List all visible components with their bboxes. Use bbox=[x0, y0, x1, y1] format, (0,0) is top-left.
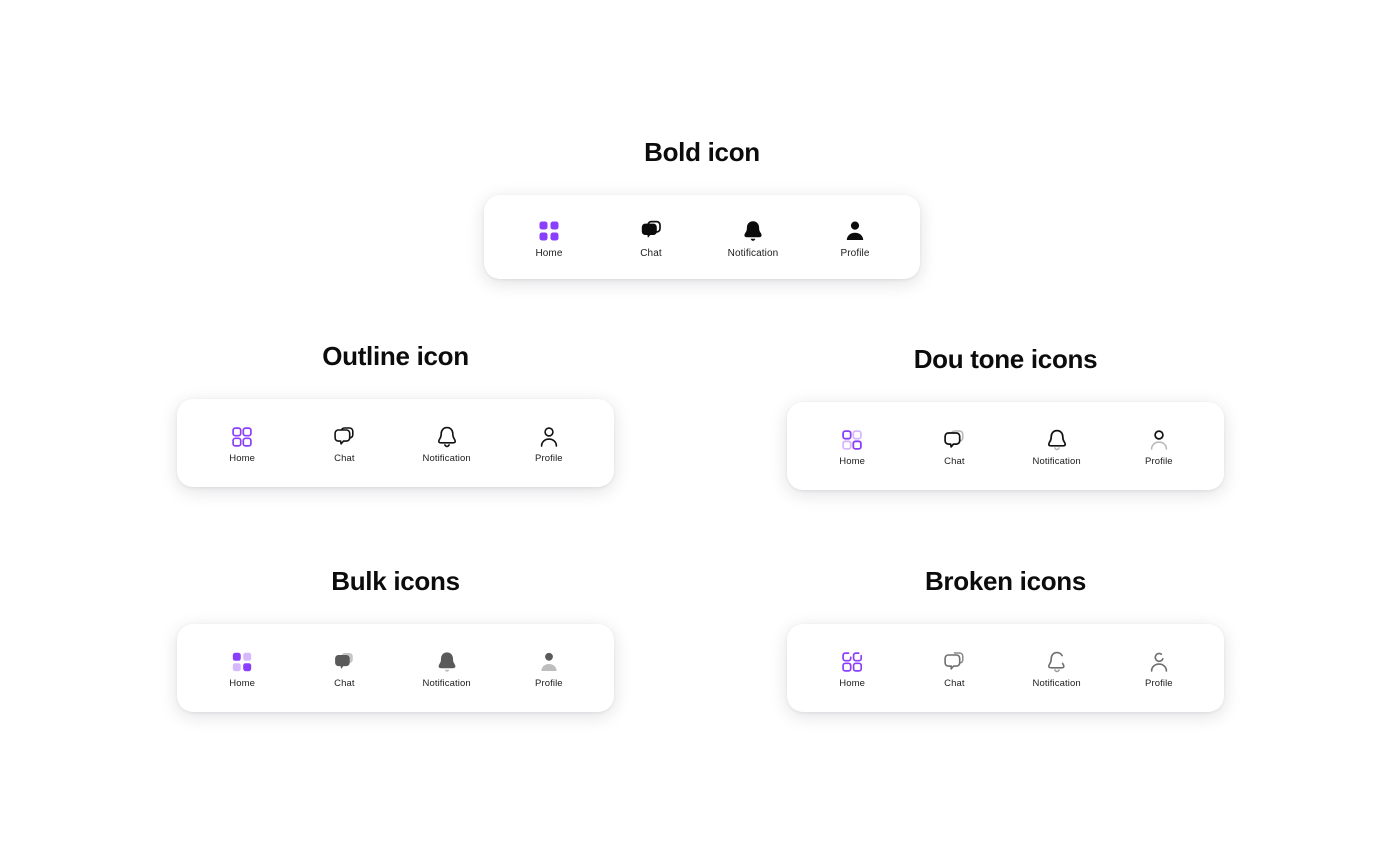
nav-item-chat[interactable]: Chat bbox=[293, 425, 395, 464]
nav-item-label: Profile bbox=[1145, 678, 1173, 690]
nav-item-label: Home bbox=[535, 248, 563, 260]
nav-item-profile[interactable]: Profile bbox=[498, 650, 600, 689]
nav-item-label: Notification bbox=[1032, 456, 1081, 468]
navbar-bold: Home Chat Notification Profile bbox=[484, 194, 920, 279]
person-icon bbox=[1147, 650, 1171, 674]
person-icon bbox=[537, 650, 561, 674]
nav-item-home[interactable]: Home bbox=[191, 425, 293, 464]
nav-item-notification[interactable]: Notification bbox=[396, 650, 498, 689]
page-root: Bold icon Home Chat Notification Profile… bbox=[0, 0, 1400, 850]
section-title: Outline icon bbox=[322, 341, 469, 371]
nav-item-label: Notification bbox=[422, 678, 471, 690]
nav-item-notification[interactable]: Notification bbox=[1006, 428, 1108, 467]
nav-item-label: Chat bbox=[944, 678, 965, 690]
nav-item-notification[interactable]: Notification bbox=[396, 425, 498, 464]
chat-bubble-icon bbox=[332, 650, 356, 674]
nav-item-notification[interactable]: Notification bbox=[702, 218, 804, 259]
bell-icon bbox=[740, 218, 766, 244]
nav-item-label: Chat bbox=[640, 248, 662, 260]
chat-bubble-icon bbox=[332, 425, 356, 449]
nav-item-profile[interactable]: Profile bbox=[498, 425, 600, 464]
navbar-bulk: Home Chat Notification Profile bbox=[177, 623, 614, 712]
section-title: Broken icons bbox=[924, 566, 1087, 596]
nav-item-label: Profile bbox=[1145, 456, 1173, 468]
nav-item-label: Home bbox=[229, 453, 255, 465]
nav-item-chat[interactable]: Chat bbox=[600, 218, 702, 259]
section-broken: Broken icons Home Chat Notification Prof… bbox=[787, 567, 1224, 712]
nav-item-chat[interactable]: Chat bbox=[903, 650, 1005, 689]
nav-item-label: Chat bbox=[334, 453, 355, 465]
nav-item-notification[interactable]: Notification bbox=[1006, 650, 1108, 689]
nav-item-label: Home bbox=[229, 678, 255, 690]
navbar-doutone: Home Chat Notification Profile bbox=[787, 401, 1224, 490]
person-icon bbox=[842, 218, 868, 244]
nav-item-home[interactable]: Home bbox=[191, 650, 293, 689]
chat-bubble-icon bbox=[638, 218, 664, 244]
home-grid-icon bbox=[536, 218, 562, 244]
bell-icon bbox=[435, 425, 459, 449]
nav-item-label: Profile bbox=[535, 453, 563, 465]
nav-item-home[interactable]: Home bbox=[498, 218, 600, 259]
person-icon bbox=[1147, 428, 1171, 452]
nav-item-profile[interactable]: Profile bbox=[1108, 650, 1210, 689]
nav-item-label: Chat bbox=[334, 678, 355, 690]
nav-item-label: Notification bbox=[1032, 678, 1081, 690]
section-outline: Outline icon Home Chat Notification Prof… bbox=[177, 342, 614, 487]
nav-item-label: Profile bbox=[535, 678, 563, 690]
nav-item-chat[interactable]: Chat bbox=[903, 428, 1005, 467]
chat-bubble-icon bbox=[942, 650, 966, 674]
bell-icon bbox=[435, 650, 459, 674]
person-icon bbox=[537, 425, 561, 449]
home-grid-icon bbox=[230, 650, 254, 674]
navbar-outline: Home Chat Notification Profile bbox=[177, 398, 614, 487]
nav-item-label: Home bbox=[839, 456, 865, 468]
navbar-broken: Home Chat Notification Profile bbox=[787, 623, 1224, 712]
nav-item-profile[interactable]: Profile bbox=[1108, 428, 1210, 467]
section-title: Dou tone icons bbox=[913, 344, 1098, 374]
bell-icon bbox=[1045, 428, 1069, 452]
home-grid-icon bbox=[840, 428, 864, 452]
nav-item-label: Home bbox=[839, 678, 865, 690]
nav-item-label: Notification bbox=[422, 453, 471, 465]
home-grid-icon bbox=[840, 650, 864, 674]
bell-icon bbox=[1045, 650, 1069, 674]
nav-item-label: Profile bbox=[840, 248, 870, 260]
nav-item-home[interactable]: Home bbox=[801, 650, 903, 689]
nav-item-label: Notification bbox=[727, 248, 779, 260]
section-bold: Bold icon Home Chat Notification Profile bbox=[484, 138, 920, 279]
section-title: Bulk icons bbox=[331, 566, 460, 596]
nav-item-label: Chat bbox=[944, 456, 965, 468]
nav-item-home[interactable]: Home bbox=[801, 428, 903, 467]
section-doutone: Dou tone icons Home Chat Notification Pr… bbox=[787, 345, 1224, 490]
chat-bubble-icon bbox=[942, 428, 966, 452]
home-grid-icon bbox=[230, 425, 254, 449]
section-bulk: Bulk icons Home Chat Notification Profil… bbox=[177, 567, 614, 712]
nav-item-chat[interactable]: Chat bbox=[293, 650, 395, 689]
section-title: Bold icon bbox=[644, 137, 760, 167]
nav-item-profile[interactable]: Profile bbox=[804, 218, 906, 259]
